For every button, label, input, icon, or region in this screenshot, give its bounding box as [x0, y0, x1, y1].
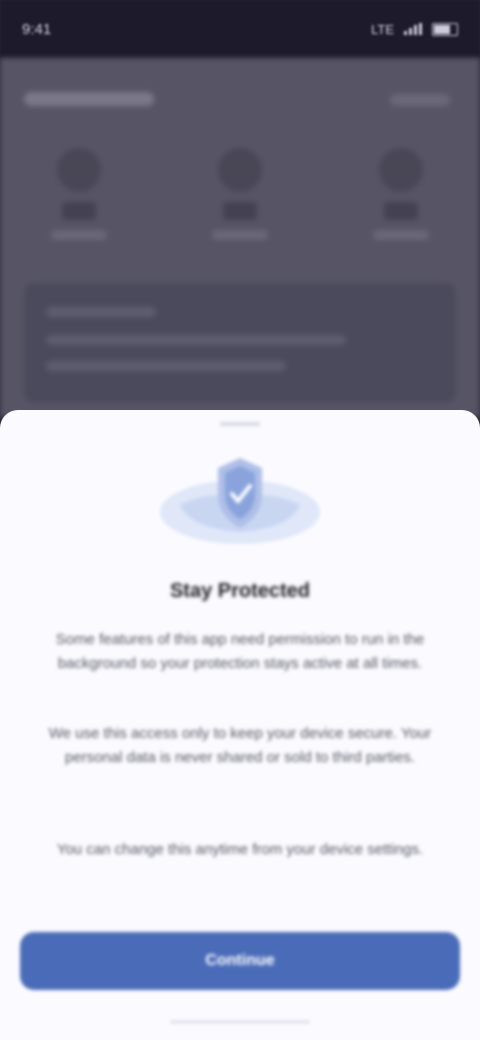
- shield-illustration-icon: [160, 458, 320, 544]
- background-stat: [40, 148, 118, 298]
- background-stat-icon: [218, 148, 262, 192]
- sheet-paragraph: You can change this anytime from your de…: [56, 841, 424, 858]
- drag-handle[interactable]: [220, 422, 260, 426]
- signal-icon: [404, 23, 422, 35]
- continue-button[interactable]: Continue: [20, 932, 460, 990]
- status-time: 9:41: [22, 20, 52, 38]
- background-stat: [362, 148, 440, 298]
- status-bar: 9:41 LTE: [0, 0, 480, 58]
- status-left: 9:41: [22, 21, 51, 38]
- background-app-screen: [0, 58, 480, 418]
- background-stat-icon: [57, 148, 101, 192]
- background-stat-icon: [379, 148, 423, 192]
- background-header-bar: [24, 92, 154, 106]
- permission-bottom-sheet: Stay Protected Some features of this app…: [0, 410, 480, 1040]
- home-indicator: [170, 1020, 310, 1024]
- background-card: [24, 283, 456, 403]
- background-stat: [201, 148, 279, 298]
- sheet-paragraph: Some features of this app need permissio…: [55, 631, 425, 672]
- sheet-paragraph: We use this access only to keep your dev…: [48, 725, 432, 766]
- battery-icon: [432, 22, 458, 36]
- network-label: LTE: [371, 21, 394, 37]
- background-stats-row: [40, 148, 440, 298]
- sheet-content: Stay Protected Some features of this app…: [0, 410, 480, 1040]
- status-right: LTE: [371, 22, 458, 37]
- background-header-action: [390, 94, 450, 106]
- sheet-title: Stay Protected: [169, 580, 311, 602]
